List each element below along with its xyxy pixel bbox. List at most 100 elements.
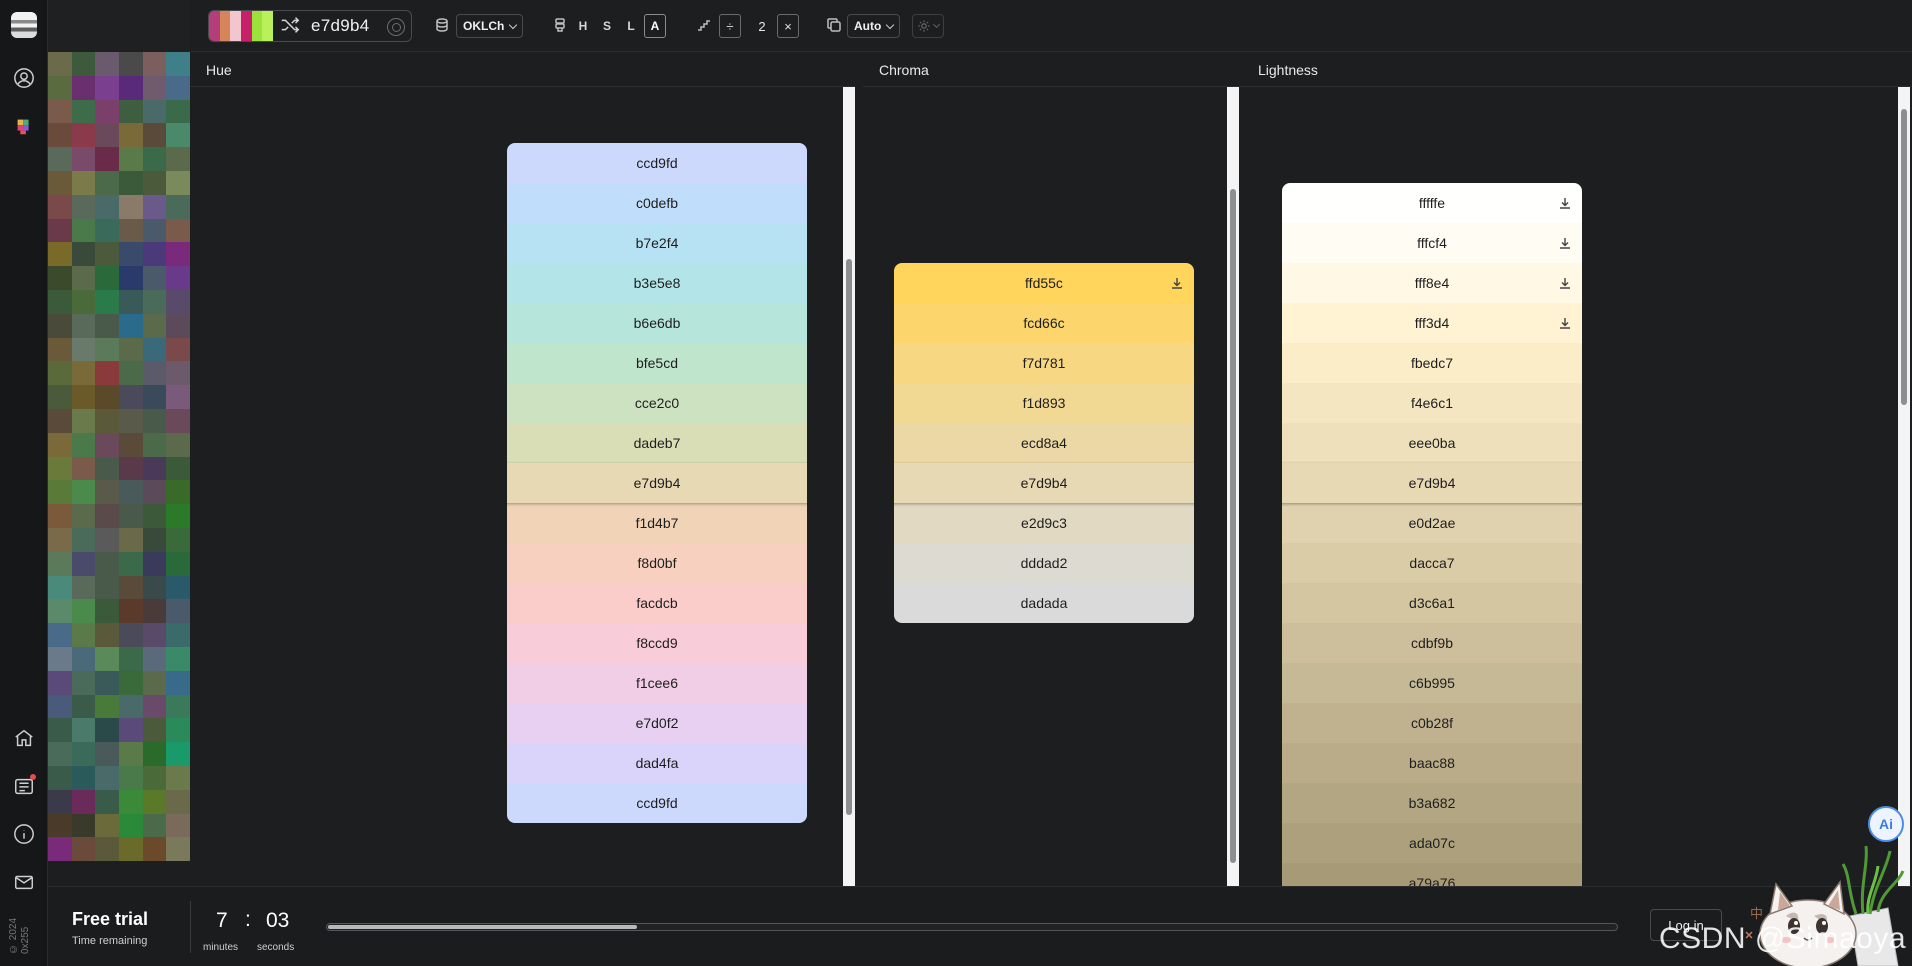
mosaic-tile[interactable] bbox=[166, 527, 190, 552]
mosaic-tile[interactable] bbox=[118, 432, 143, 457]
mosaic-tile[interactable] bbox=[166, 504, 190, 528]
mosaic-tile[interactable] bbox=[71, 480, 96, 505]
mosaic-tile[interactable] bbox=[95, 218, 119, 243]
palette-swatch[interactable] bbox=[209, 11, 220, 41]
mosaic-tile[interactable] bbox=[95, 432, 119, 457]
color-chip[interactable]: a79a76 bbox=[1282, 863, 1582, 886]
mosaic-tile[interactable] bbox=[48, 123, 72, 148]
mosaic-tile[interactable] bbox=[142, 742, 167, 766]
mosaic-tile[interactable] bbox=[48, 147, 72, 171]
mosaic-tile[interactable] bbox=[166, 742, 190, 766]
mosaic-tile[interactable] bbox=[166, 813, 190, 838]
color-chip[interactable]: f7d781 bbox=[894, 343, 1194, 383]
mosaic-tile[interactable] bbox=[166, 385, 190, 409]
mosaic-tile[interactable] bbox=[71, 575, 96, 600]
mosaic-tile[interactable] bbox=[95, 75, 119, 100]
mosaic-tile[interactable] bbox=[48, 266, 72, 290]
color-chip[interactable]: e0d2ae bbox=[1282, 503, 1582, 543]
mosaic-tile[interactable] bbox=[71, 147, 96, 171]
mosaic-tile[interactable] bbox=[71, 170, 96, 195]
mosaic-tile[interactable] bbox=[166, 646, 190, 671]
mosaic-tile[interactable] bbox=[48, 504, 72, 528]
mosaic-tile[interactable] bbox=[71, 623, 96, 647]
mosaic-tile[interactable] bbox=[48, 194, 72, 219]
mosaic-tile[interactable] bbox=[142, 504, 167, 528]
channel-l-toggle[interactable]: L bbox=[620, 14, 642, 38]
color-chip-selected[interactable]: e7d9b4 bbox=[894, 463, 1194, 503]
mosaic-tile[interactable] bbox=[71, 385, 96, 409]
mosaic-tile[interactable] bbox=[71, 765, 96, 790]
mosaic-tile[interactable] bbox=[95, 99, 119, 124]
mosaic-tile[interactable] bbox=[118, 361, 143, 386]
mosaic-tile[interactable] bbox=[71, 218, 96, 243]
mosaic-tile[interactable] bbox=[118, 385, 143, 409]
mosaic-tile[interactable] bbox=[48, 765, 72, 790]
mosaic-tile[interactable] bbox=[166, 289, 190, 314]
mosaic-tile[interactable] bbox=[142, 765, 167, 790]
mosaic-tile[interactable] bbox=[118, 837, 143, 862]
mosaic-tile[interactable] bbox=[166, 456, 190, 481]
mosaic-tile[interactable] bbox=[142, 75, 167, 100]
mosaic-tile[interactable] bbox=[118, 504, 143, 528]
color-chip[interactable]: fbedc7 bbox=[1282, 343, 1582, 383]
mosaic-tile[interactable] bbox=[95, 765, 119, 790]
mosaic-tile[interactable] bbox=[95, 551, 119, 576]
mosaic-tile[interactable] bbox=[95, 837, 119, 862]
mosaic-tile[interactable] bbox=[166, 75, 190, 100]
color-space-select[interactable]: OKLCh bbox=[456, 14, 524, 38]
color-chip[interactable]: ada07c bbox=[1282, 823, 1582, 863]
mosaic-tile[interactable] bbox=[142, 408, 167, 433]
mosaic-tile[interactable] bbox=[166, 123, 190, 148]
mosaic-tile[interactable] bbox=[118, 337, 143, 362]
color-chip[interactable]: c0b28f bbox=[1282, 703, 1582, 743]
hex-value[interactable]: e7d9b4 bbox=[311, 16, 370, 36]
channel-s-toggle[interactable]: S bbox=[596, 14, 618, 38]
color-chip[interactable]: e2d9c3 bbox=[894, 503, 1194, 543]
mosaic-tile[interactable] bbox=[71, 361, 96, 386]
mosaic-tile[interactable] bbox=[142, 289, 167, 314]
color-chip[interactable]: b3e5e8 bbox=[507, 263, 807, 303]
mosaic-tile[interactable] bbox=[71, 266, 96, 290]
color-chip[interactable]: fcd66c bbox=[894, 303, 1194, 343]
mosaic-tile[interactable] bbox=[118, 694, 143, 719]
mosaic-tile[interactable] bbox=[71, 813, 96, 838]
palette-swatch[interactable] bbox=[241, 11, 252, 41]
color-chip[interactable]: facdcb bbox=[507, 583, 807, 623]
mosaic-tile[interactable] bbox=[48, 742, 72, 766]
mosaic-tile[interactable] bbox=[95, 575, 119, 600]
palette-swatch[interactable] bbox=[230, 11, 242, 41]
mosaic-tile[interactable] bbox=[142, 789, 167, 814]
color-chip[interactable]: cce2c0 bbox=[507, 383, 807, 423]
download-icon[interactable] bbox=[1558, 236, 1572, 250]
mosaic-tile[interactable] bbox=[95, 670, 119, 695]
mosaic-tile[interactable] bbox=[166, 266, 190, 290]
mosaic-tile[interactable] bbox=[71, 289, 96, 314]
download-icon[interactable] bbox=[1558, 196, 1572, 210]
color-chip[interactable]: b3a682 bbox=[1282, 783, 1582, 823]
hue-scrollbar-thumb[interactable] bbox=[846, 259, 852, 815]
mosaic-tile[interactable] bbox=[48, 408, 72, 433]
mosaic-tile[interactable] bbox=[142, 52, 167, 76]
mosaic-tile[interactable] bbox=[71, 337, 96, 362]
mosaic-tile[interactable] bbox=[48, 170, 72, 195]
mosaic-tile[interactable] bbox=[118, 670, 143, 695]
mosaic-tile[interactable] bbox=[95, 123, 119, 148]
color-chip[interactable]: dacca7 bbox=[1282, 543, 1582, 583]
mosaic-tile[interactable] bbox=[48, 789, 72, 814]
mosaic-tile[interactable] bbox=[48, 218, 72, 243]
mosaic-tile[interactable] bbox=[118, 147, 143, 171]
mosaic-tile[interactable] bbox=[48, 480, 72, 505]
mosaic-tile[interactable] bbox=[142, 623, 167, 647]
mosaic-tile[interactable] bbox=[95, 147, 119, 171]
mosaic-tile[interactable] bbox=[95, 504, 119, 528]
mosaic-tile[interactable] bbox=[48, 837, 72, 862]
mosaic-tile[interactable] bbox=[118, 289, 143, 314]
mosaic-tile[interactable] bbox=[142, 266, 167, 290]
color-chip[interactable]: dadada bbox=[894, 583, 1194, 623]
mosaic-tile[interactable] bbox=[118, 456, 143, 481]
color-chip[interactable]: fffcf4 bbox=[1282, 223, 1582, 263]
mosaic-tile[interactable] bbox=[48, 52, 72, 76]
steps-clear-button[interactable]: × bbox=[777, 14, 799, 38]
color-chip[interactable]: dad4fa bbox=[507, 743, 807, 783]
mosaic-tile[interactable] bbox=[71, 99, 96, 124]
